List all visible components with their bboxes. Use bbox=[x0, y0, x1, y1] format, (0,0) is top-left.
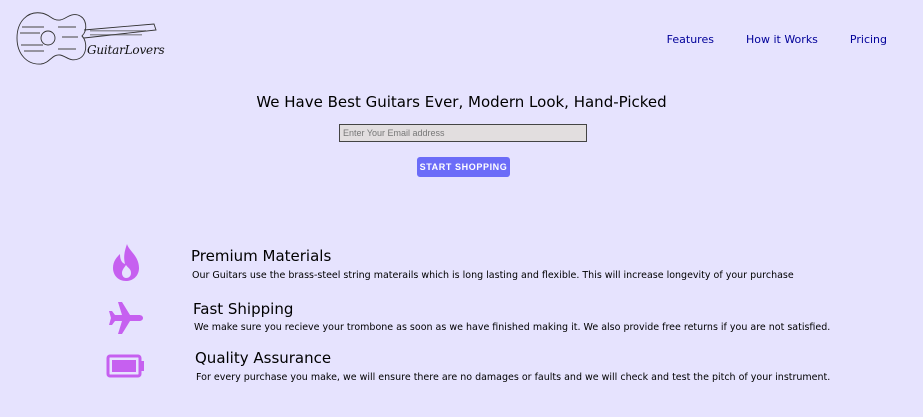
site-header: GuitarLovers Features How it Works Prici… bbox=[0, 0, 923, 80]
nav-link-features[interactable]: Features bbox=[667, 33, 714, 46]
email-input[interactable] bbox=[339, 124, 587, 142]
feature-title: Quality Assurance bbox=[195, 349, 332, 367]
nav-link-how-it-works[interactable]: How it Works bbox=[746, 33, 818, 46]
hero-section: We Have Best Guitars Ever, Modern Look, … bbox=[0, 92, 923, 177]
hero-title: We Have Best Guitars Ever, Modern Look, … bbox=[256, 93, 667, 111]
feature-description: We make sure you recieve your trombone a… bbox=[194, 322, 831, 333]
feature-description: Our Guitars use the brass-steel string m… bbox=[192, 270, 794, 281]
feature-title: Premium Materials bbox=[191, 247, 332, 265]
nav-link-pricing[interactable]: Pricing bbox=[850, 33, 887, 46]
start-shopping-button[interactable]: START SHOPPING bbox=[417, 157, 510, 177]
guitar-logo-icon bbox=[16, 12, 157, 65]
logo-text: GuitarLovers bbox=[87, 43, 165, 57]
main-nav: Features How it Works Pricing bbox=[667, 33, 887, 46]
flame-icon bbox=[106, 242, 146, 282]
airplane-icon bbox=[106, 298, 146, 338]
feature-description: For every purchase you make, we will ens… bbox=[196, 372, 831, 383]
logo[interactable]: GuitarLovers bbox=[14, 8, 165, 68]
feature-title: Fast Shipping bbox=[193, 300, 294, 318]
battery-icon bbox=[106, 346, 146, 386]
